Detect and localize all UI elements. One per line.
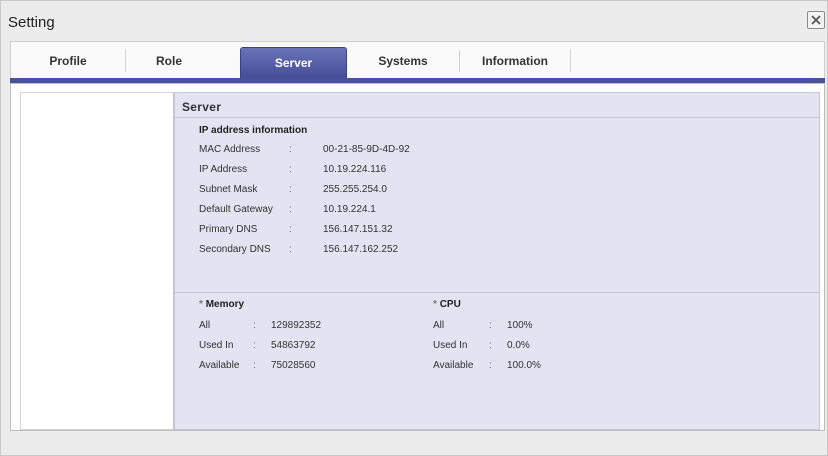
mac-address-value: 00-21-85-9D-4D-92 [323, 144, 410, 155]
primary-dns-value: 156.147.151.32 [323, 224, 393, 235]
cpu-group-title: * CPU [433, 299, 461, 310]
row-separator: : [253, 340, 256, 351]
row-separator: : [253, 320, 256, 331]
section-title: Server [182, 100, 222, 114]
ip-address-value: 10.19.224.116 [323, 164, 387, 175]
ip-group-title: IP address information [199, 125, 308, 136]
tab-role[interactable]: Role [126, 42, 238, 80]
gateway-value: 10.19.224.1 [323, 204, 376, 215]
row-label: Available [433, 360, 474, 371]
row-label: Used In [199, 340, 234, 351]
row-separator: : [289, 184, 292, 195]
row-label: All [433, 320, 445, 331]
divider [175, 117, 819, 118]
window-title: Setting [8, 14, 55, 31]
row-separator: : [289, 204, 292, 215]
memory-row: Available : 75028560 [199, 359, 419, 373]
side-panel [20, 92, 174, 430]
tab-profile[interactable]: Profile [11, 42, 125, 80]
row-separator: : [289, 224, 292, 235]
row-label: MAC Address [199, 144, 261, 155]
window-footer [10, 431, 825, 455]
tab-divider [570, 50, 571, 72]
row-separator: : [489, 320, 492, 331]
row-label: All [199, 320, 211, 331]
memory-available-value: 75028560 [271, 360, 316, 371]
row-label: Used In [433, 340, 468, 351]
info-row: MAC Address : 00-21-85-9D-4D-92 [199, 143, 499, 157]
cpu-title: CPU [439, 299, 461, 310]
row-separator: : [489, 340, 492, 351]
memory-group-title: * Memory [199, 299, 244, 310]
required-star: * [433, 299, 437, 310]
secondary-dns-value: 156.147.162.252 [323, 244, 399, 255]
row-separator: : [253, 360, 256, 371]
row-separator: : [489, 360, 492, 371]
row-label: Secondary DNS [199, 244, 271, 255]
memory-title: Memory [205, 299, 245, 310]
row-label: Default Gateway [199, 204, 273, 215]
tab-bar: Profile Role Server Systems Information [10, 41, 825, 80]
memory-used-value: 54863792 [271, 340, 316, 351]
tab-information[interactable]: Information [460, 42, 570, 80]
subnet-mask-value: 255.255.254.0 [323, 184, 387, 195]
row-label: Primary DNS [199, 224, 258, 235]
info-row: Secondary DNS : 156.147.162.252 [199, 243, 499, 257]
required-star: * [199, 299, 203, 310]
cpu-available-value: 100.0% [507, 360, 541, 371]
info-row: Primary DNS : 156.147.151.32 [199, 223, 499, 237]
tab-systems[interactable]: Systems [347, 42, 459, 80]
cpu-all-value: 100% [507, 320, 533, 331]
close-icon [811, 15, 821, 25]
divider [175, 292, 819, 293]
row-label: Subnet Mask [199, 184, 258, 195]
row-label: Available [199, 360, 240, 371]
memory-row: Used In : 54863792 [199, 339, 419, 353]
row-separator: : [289, 164, 292, 175]
cpu-used-value: 0.0% [507, 340, 530, 351]
info-row: Default Gateway : 10.19.224.1 [199, 203, 499, 217]
settings-window: Setting Profile Role Server Systems Info… [0, 0, 828, 456]
memory-all-value: 129892352 [271, 320, 322, 331]
cpu-row: All : 100% [433, 319, 633, 333]
tab-server[interactable]: Server [240, 47, 347, 80]
tab-content: Server IP address information MAC Addres… [10, 83, 825, 431]
row-separator: : [289, 144, 292, 155]
server-panel: Server IP address information MAC Addres… [174, 92, 820, 430]
info-row: IP Address : 10.19.224.116 [199, 163, 499, 177]
close-button[interactable] [807, 11, 825, 29]
row-label: IP Address [199, 164, 248, 175]
row-separator: : [289, 244, 292, 255]
cpu-row: Used In : 0.0% [433, 339, 633, 353]
cpu-row: Available : 100.0% [433, 359, 633, 373]
info-row: Subnet Mask : 255.255.254.0 [199, 183, 499, 197]
memory-row: All : 129892352 [199, 319, 419, 333]
